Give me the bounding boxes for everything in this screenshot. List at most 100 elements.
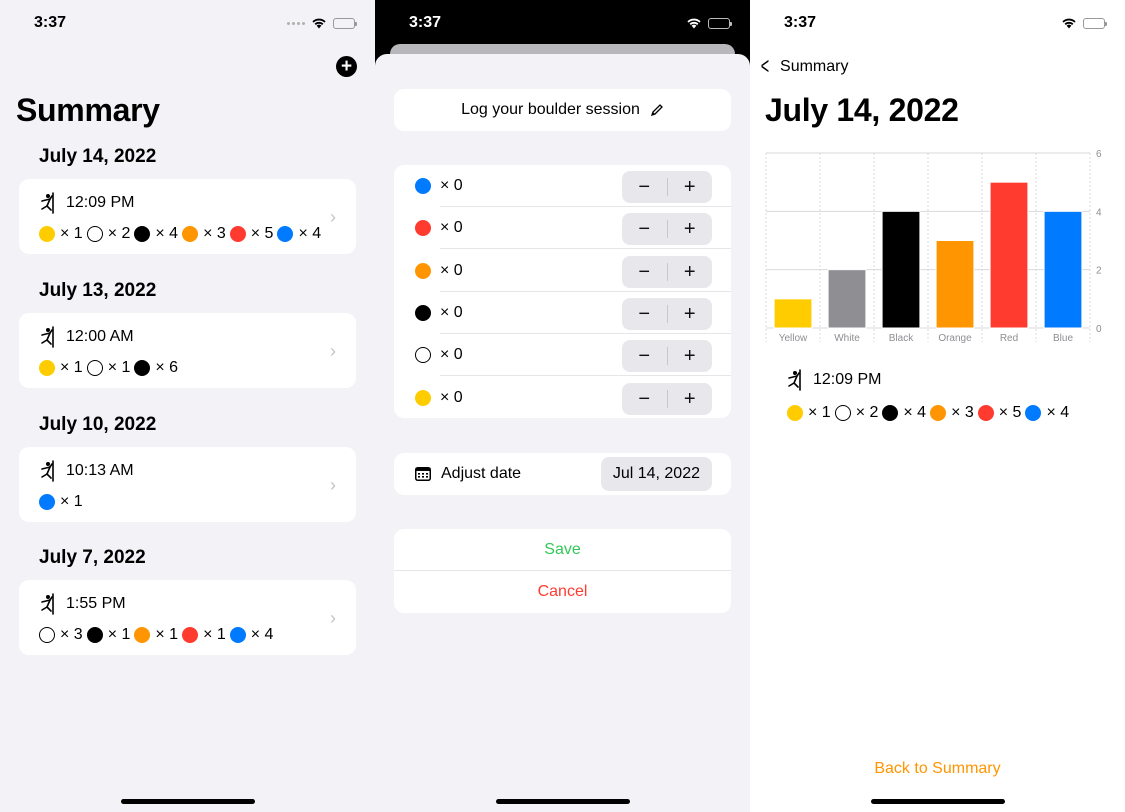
page-title: July 14, 2022	[765, 92, 959, 128]
count-label: × 5	[250, 225, 274, 242]
session-title-field[interactable]: Log your boulder session	[394, 89, 731, 131]
home-indicator	[121, 799, 255, 804]
grade-count: × 5	[977, 404, 1022, 422]
decrement-button[interactable]: −	[622, 213, 667, 245]
increment-button[interactable]: +	[668, 256, 713, 288]
increment-button[interactable]: +	[668, 171, 713, 203]
grade-count: × 3	[930, 404, 974, 422]
count-label: × 4	[298, 225, 322, 242]
counter-row: × 0 − +	[394, 292, 731, 334]
count-label: × 3	[60, 626, 83, 643]
count-label: × 1	[60, 225, 83, 242]
grade-count: × 2	[86, 225, 130, 243]
count-label: × 5	[998, 404, 1022, 421]
red-dot-icon	[229, 226, 246, 242]
count-label: × 3	[951, 404, 974, 421]
increment-button[interactable]: +	[668, 383, 713, 415]
chevron-right-icon: ›	[330, 475, 336, 495]
count-label: × 4	[250, 626, 274, 643]
count-label: × 4	[1046, 404, 1070, 421]
session-card[interactable]: 12:00 AM × 1 × 1 × 6 ›	[19, 313, 356, 388]
calendar-icon	[415, 467, 431, 481]
session-card[interactable]: 10:13 AM × 1 ›	[19, 447, 356, 522]
back-label: Summary	[780, 58, 849, 75]
add-session-button[interactable]: +	[336, 56, 357, 77]
grade-count: × 1	[182, 626, 226, 644]
session-card[interactable]: 12:09 PM × 1 × 2 × 4 × 3 × 5 × 4 ›	[19, 179, 356, 254]
white-dot-icon	[39, 627, 55, 643]
count-label: × 0	[440, 388, 463, 406]
white-dot-icon	[415, 347, 431, 364]
home-indicator	[871, 799, 1005, 804]
session-time: 12:00 AM	[66, 328, 134, 345]
blue-dot-icon	[39, 494, 55, 510]
session-card[interactable]: 1:55 PM × 3 × 1 × 1 × 1 × 4 ›	[19, 580, 356, 655]
actions-card: Save Cancel	[394, 529, 731, 613]
increment-button[interactable]: +	[668, 213, 713, 245]
bar-yellow	[773, 298, 813, 329]
counter-row: × 0 − +	[394, 334, 731, 377]
count-label: × 1	[60, 359, 83, 376]
decrement-button[interactable]: −	[622, 171, 667, 203]
count-label: × 1	[203, 626, 226, 643]
cancel-button[interactable]: Cancel	[394, 571, 731, 613]
x-tick-label: Orange	[938, 333, 972, 344]
modal-sheet: Log your boulder session × 0− + × 0− + × 0− +…	[375, 54, 750, 812]
orange-dot-icon	[182, 226, 199, 242]
yellow-dot-icon	[39, 360, 55, 376]
increment-button[interactable]: +	[668, 298, 713, 330]
count-label: × 2	[855, 404, 879, 421]
grade-count: × 4	[134, 225, 178, 243]
grade-count: × 1	[86, 359, 130, 377]
chevron-right-icon: ›	[330, 608, 336, 628]
blue-dot-icon	[277, 226, 294, 242]
status-time: 3:37	[409, 14, 442, 31]
grade-count: × 1	[134, 626, 178, 644]
date-picker-button[interactable]: Jul 14, 2022	[600, 457, 712, 491]
grade-count: × 4	[1025, 404, 1069, 422]
pencil-icon[interactable]	[650, 103, 664, 117]
status-bar: 3:37	[375, 0, 750, 44]
bar-blue	[1043, 210, 1083, 329]
wifi-icon	[687, 18, 701, 29]
counter-list: × 0− + × 0− + × 0− + × 0− + × 0− + × 0− +	[394, 165, 731, 418]
count-stepper: − +	[622, 255, 713, 288]
session-time: 1:55 PM	[66, 595, 126, 612]
decrement-button[interactable]: −	[622, 256, 667, 288]
decrement-button[interactable]: −	[622, 298, 667, 330]
session-time-row: 12:09 PM	[786, 369, 881, 391]
white-dot-icon	[86, 360, 103, 376]
count-stepper: − +	[622, 171, 712, 203]
increment-button[interactable]: +	[668, 340, 713, 372]
grade-count: × 1	[787, 404, 831, 422]
red-dot-icon	[977, 405, 994, 421]
grade-count: × 4	[229, 626, 274, 644]
decrement-button[interactable]: −	[622, 383, 667, 415]
save-button[interactable]: Save	[394, 529, 731, 571]
count-stepper: − +	[622, 213, 713, 246]
count-label: × 1	[808, 404, 831, 421]
count-label: × 0	[440, 303, 463, 321]
yellow-dot-icon	[39, 226, 55, 242]
x-tick-label: Red	[1000, 333, 1018, 344]
count-label: × 1	[60, 493, 83, 510]
adjust-date-label: Adjust date	[441, 465, 522, 482]
black-dot-icon	[134, 226, 151, 242]
counter-row: × 0 − +	[394, 250, 731, 292]
climber-icon	[41, 326, 54, 348]
battery-icon	[333, 17, 357, 29]
back-button[interactable]: < Summary	[758, 53, 849, 80]
climber-icon	[41, 593, 54, 615]
chevron-left-icon: <	[760, 53, 770, 80]
black-dot-icon	[882, 405, 899, 421]
count-stepper: − +	[622, 382, 713, 415]
x-tick-label: Blue	[1053, 333, 1073, 344]
section-date-header: July 7, 2022	[39, 547, 146, 568]
x-tick-label: Black	[889, 333, 914, 344]
grade-count: × 3	[182, 225, 226, 243]
back-to-summary-button[interactable]: Back to Summary	[750, 760, 1125, 778]
decrement-button[interactable]: −	[622, 340, 667, 372]
session-time: 10:13 AM	[66, 462, 134, 479]
wifi-icon	[312, 18, 326, 29]
session-time: 12:09 PM	[813, 371, 882, 388]
